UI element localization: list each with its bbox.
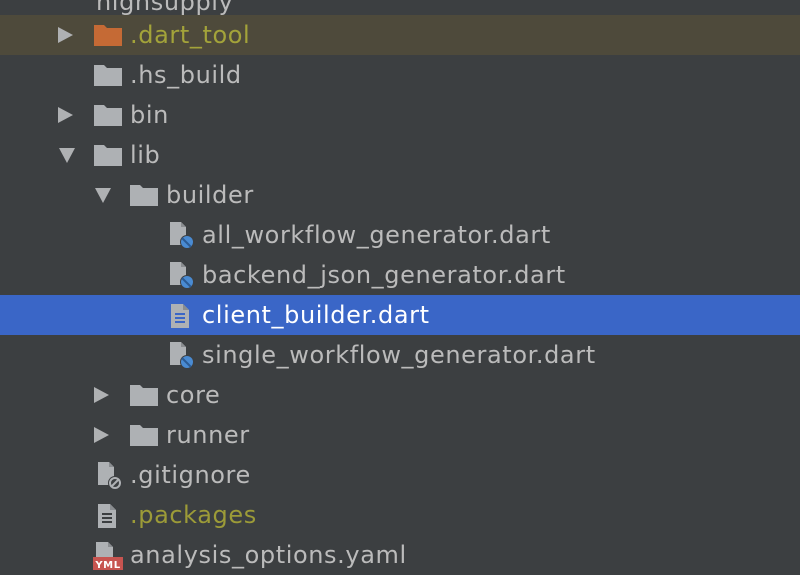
tree-item-label: backend_json_generator.dart <box>202 261 566 289</box>
tree-row-single-workflow-generator[interactable]: single_workflow_generator.dart <box>0 335 800 375</box>
collapse-arrow-icon[interactable] <box>59 148 75 163</box>
tree-item-label: highsupply <box>96 0 234 16</box>
tree-item-label: .hs_build <box>130 61 242 89</box>
tree-item-label: client_builder.dart <box>202 301 430 329</box>
tree-row-dart-tool[interactable]: .dart_tool <box>0 15 800 55</box>
yaml-file-icon: YML <box>93 542 123 571</box>
folder-icon <box>130 425 158 446</box>
collapse-arrow-icon[interactable] <box>95 188 111 203</box>
tree-item-label: runner <box>166 421 250 449</box>
tree-row-runner[interactable]: runner <box>0 415 800 455</box>
tree-row-gitignore[interactable]: .gitignore <box>0 455 800 495</box>
expand-arrow-icon[interactable] <box>58 27 73 43</box>
tree-row-packages[interactable]: .packages <box>0 495 800 535</box>
tree-item-label: lib <box>130 141 161 169</box>
text-file-icon <box>98 504 116 528</box>
tree-row-analysis-options[interactable]: YML analysis_options.yaml <box>0 535 800 575</box>
tree-item-label: all_workflow_generator.dart <box>202 221 551 249</box>
tree-row-backend-json-generator[interactable]: backend_json_generator.dart <box>0 255 800 295</box>
tree-row-lib[interactable]: lib <box>0 135 800 175</box>
dart-file-icon <box>170 342 194 369</box>
expand-arrow-icon[interactable] <box>58 107 73 123</box>
svg-text:YML: YML <box>94 560 120 571</box>
folder-excluded-icon <box>94 25 122 46</box>
tree-item-label: core <box>166 381 221 409</box>
folder-icon <box>94 145 122 166</box>
tree-item-label: single_workflow_generator.dart <box>202 341 596 369</box>
tree-row-client-builder[interactable]: client_builder.dart <box>0 295 800 335</box>
ignore-file-icon <box>98 462 122 490</box>
folder-icon <box>94 65 122 86</box>
tree-item-label: .dart_tool <box>130 21 251 49</box>
expand-arrow-icon[interactable] <box>94 427 109 443</box>
tree-item-label: .gitignore <box>130 461 251 489</box>
tree-row-bin[interactable]: bin <box>0 95 800 135</box>
tree-item-label: builder <box>166 181 254 209</box>
text-file-icon <box>171 304 189 328</box>
expand-arrow-icon[interactable] <box>94 387 109 403</box>
folder-icon <box>130 385 158 406</box>
folder-icon <box>94 105 122 126</box>
tree-row-hs-build[interactable]: .hs_build <box>0 55 800 95</box>
tree-item-label: .packages <box>130 501 257 529</box>
folder-icon <box>130 185 158 206</box>
tree-row-all-workflow-generator[interactable]: all_workflow_generator.dart <box>0 215 800 255</box>
tree-row-builder[interactable]: builder <box>0 175 800 215</box>
dart-file-icon <box>170 262 194 289</box>
tree-item-label: bin <box>130 101 169 129</box>
tree-row-core[interactable]: core <box>0 375 800 415</box>
dart-file-icon <box>170 222 194 249</box>
tree-item-label: analysis_options.yaml <box>130 541 407 569</box>
